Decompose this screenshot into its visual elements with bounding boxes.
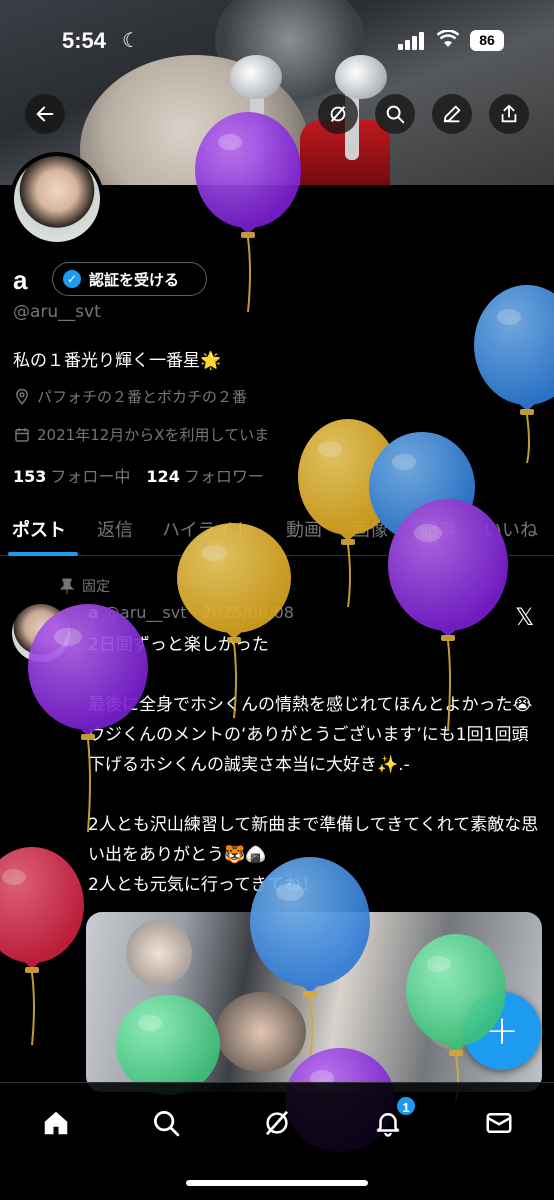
edit-profile-button[interactable] — [432, 94, 472, 134]
compose-post-button[interactable]: + — [463, 992, 541, 1070]
verified-badge-icon: ✓ — [63, 270, 81, 288]
location-text: パフォチの２番とボカチの２番 — [37, 388, 248, 406]
back-arrow-icon — [36, 106, 54, 122]
nav-search[interactable] — [148, 1105, 184, 1141]
notification-count-badge: 1 — [395, 1095, 417, 1117]
get-verified-button[interactable]: ✓ 認証を受ける — [52, 262, 207, 296]
joined-text: 2021年12月からXを利用していま — [37, 426, 270, 444]
profile-avatar[interactable] — [10, 152, 104, 246]
moon-icon: ☾ — [122, 28, 140, 52]
follow-counts: 153 フォロー中 124 フォロワー — [13, 463, 264, 487]
display-name: a — [13, 265, 28, 295]
profile-joined-date: 2021年12月からXを利用していま — [13, 424, 269, 445]
post-media-image[interactable] — [86, 912, 542, 1092]
pinned-label: 固定 — [82, 579, 110, 595]
battery-indicator: 86 — [470, 30, 504, 51]
pin-icon — [60, 578, 74, 594]
grok-button[interactable] — [318, 94, 358, 134]
tab-articles[interactable]: 記事 — [420, 516, 456, 542]
followers-label[interactable]: フォロワー — [184, 467, 264, 486]
post-text: 2日間ずっと楽しかった 最後に全身でホシくんの情熱を感じれてほんとよかった😭 ウ… — [88, 635, 539, 895]
tab-likes[interactable]: いいね — [484, 516, 538, 542]
tab-photos[interactable]: 画像 — [352, 516, 388, 542]
profile-tabs: ポスト 返信 ハイライト 動画 画像 記事 いいね — [0, 510, 554, 556]
share-button[interactable] — [489, 94, 529, 134]
status-bar: 5:54 ☾ 86 — [0, 0, 554, 80]
banner-lightstick — [250, 95, 264, 165]
post-header: a @aru__svt · 2025/08/08 — [88, 603, 294, 622]
home-icon — [44, 1111, 68, 1135]
nav-home[interactable] — [38, 1105, 74, 1141]
balloon-red — [0, 847, 84, 1046]
nav-messages[interactable] — [481, 1105, 517, 1141]
nav-grok[interactable] — [259, 1105, 295, 1141]
wifi-icon — [436, 29, 460, 53]
following-count[interactable]: 153 — [13, 467, 46, 486]
home-indicator[interactable] — [186, 1180, 368, 1186]
cellular-signal-icon — [398, 32, 426, 50]
get-verified-label: 認証を受ける — [89, 270, 180, 289]
post-author-name[interactable]: a — [88, 603, 99, 622]
followers-count[interactable]: 124 — [146, 467, 179, 486]
mail-icon — [486, 1113, 512, 1133]
tab-highlights[interactable]: ハイライト — [162, 516, 252, 542]
back-button[interactable] — [25, 94, 65, 134]
tab-replies[interactable]: 返信 — [97, 516, 133, 542]
tab-posts[interactable]: ポスト — [12, 516, 66, 542]
share-icon — [501, 104, 517, 123]
status-time: 5:54 — [62, 28, 107, 53]
pinned-indicator: 固定 — [60, 576, 110, 596]
profile-location: パフォチの２番とボカチの２番 — [13, 386, 247, 407]
balloon-blue — [474, 285, 554, 464]
search-icon — [386, 105, 405, 124]
grok-icon — [265, 1110, 289, 1136]
search-button[interactable] — [375, 94, 415, 134]
edit-icon — [443, 105, 461, 123]
post-handle-date: @aru__svt · 2025/08/08 — [103, 603, 294, 622]
calendar-icon — [15, 427, 29, 442]
profile-bio: 私の１番光り輝く一番星🌟 — [13, 351, 222, 371]
following-label[interactable]: フォロー中 — [50, 467, 130, 486]
active-tab-indicator — [8, 552, 78, 556]
location-pin-icon — [15, 388, 29, 405]
search-icon — [154, 1111, 180, 1137]
x-logo-icon: 𝕏 — [515, 603, 535, 631]
profile-handle: @aru__svt — [13, 302, 101, 322]
tab-videos[interactable]: 動画 — [286, 516, 322, 542]
post-author-avatar[interactable] — [12, 604, 70, 662]
grok-icon — [330, 106, 346, 122]
